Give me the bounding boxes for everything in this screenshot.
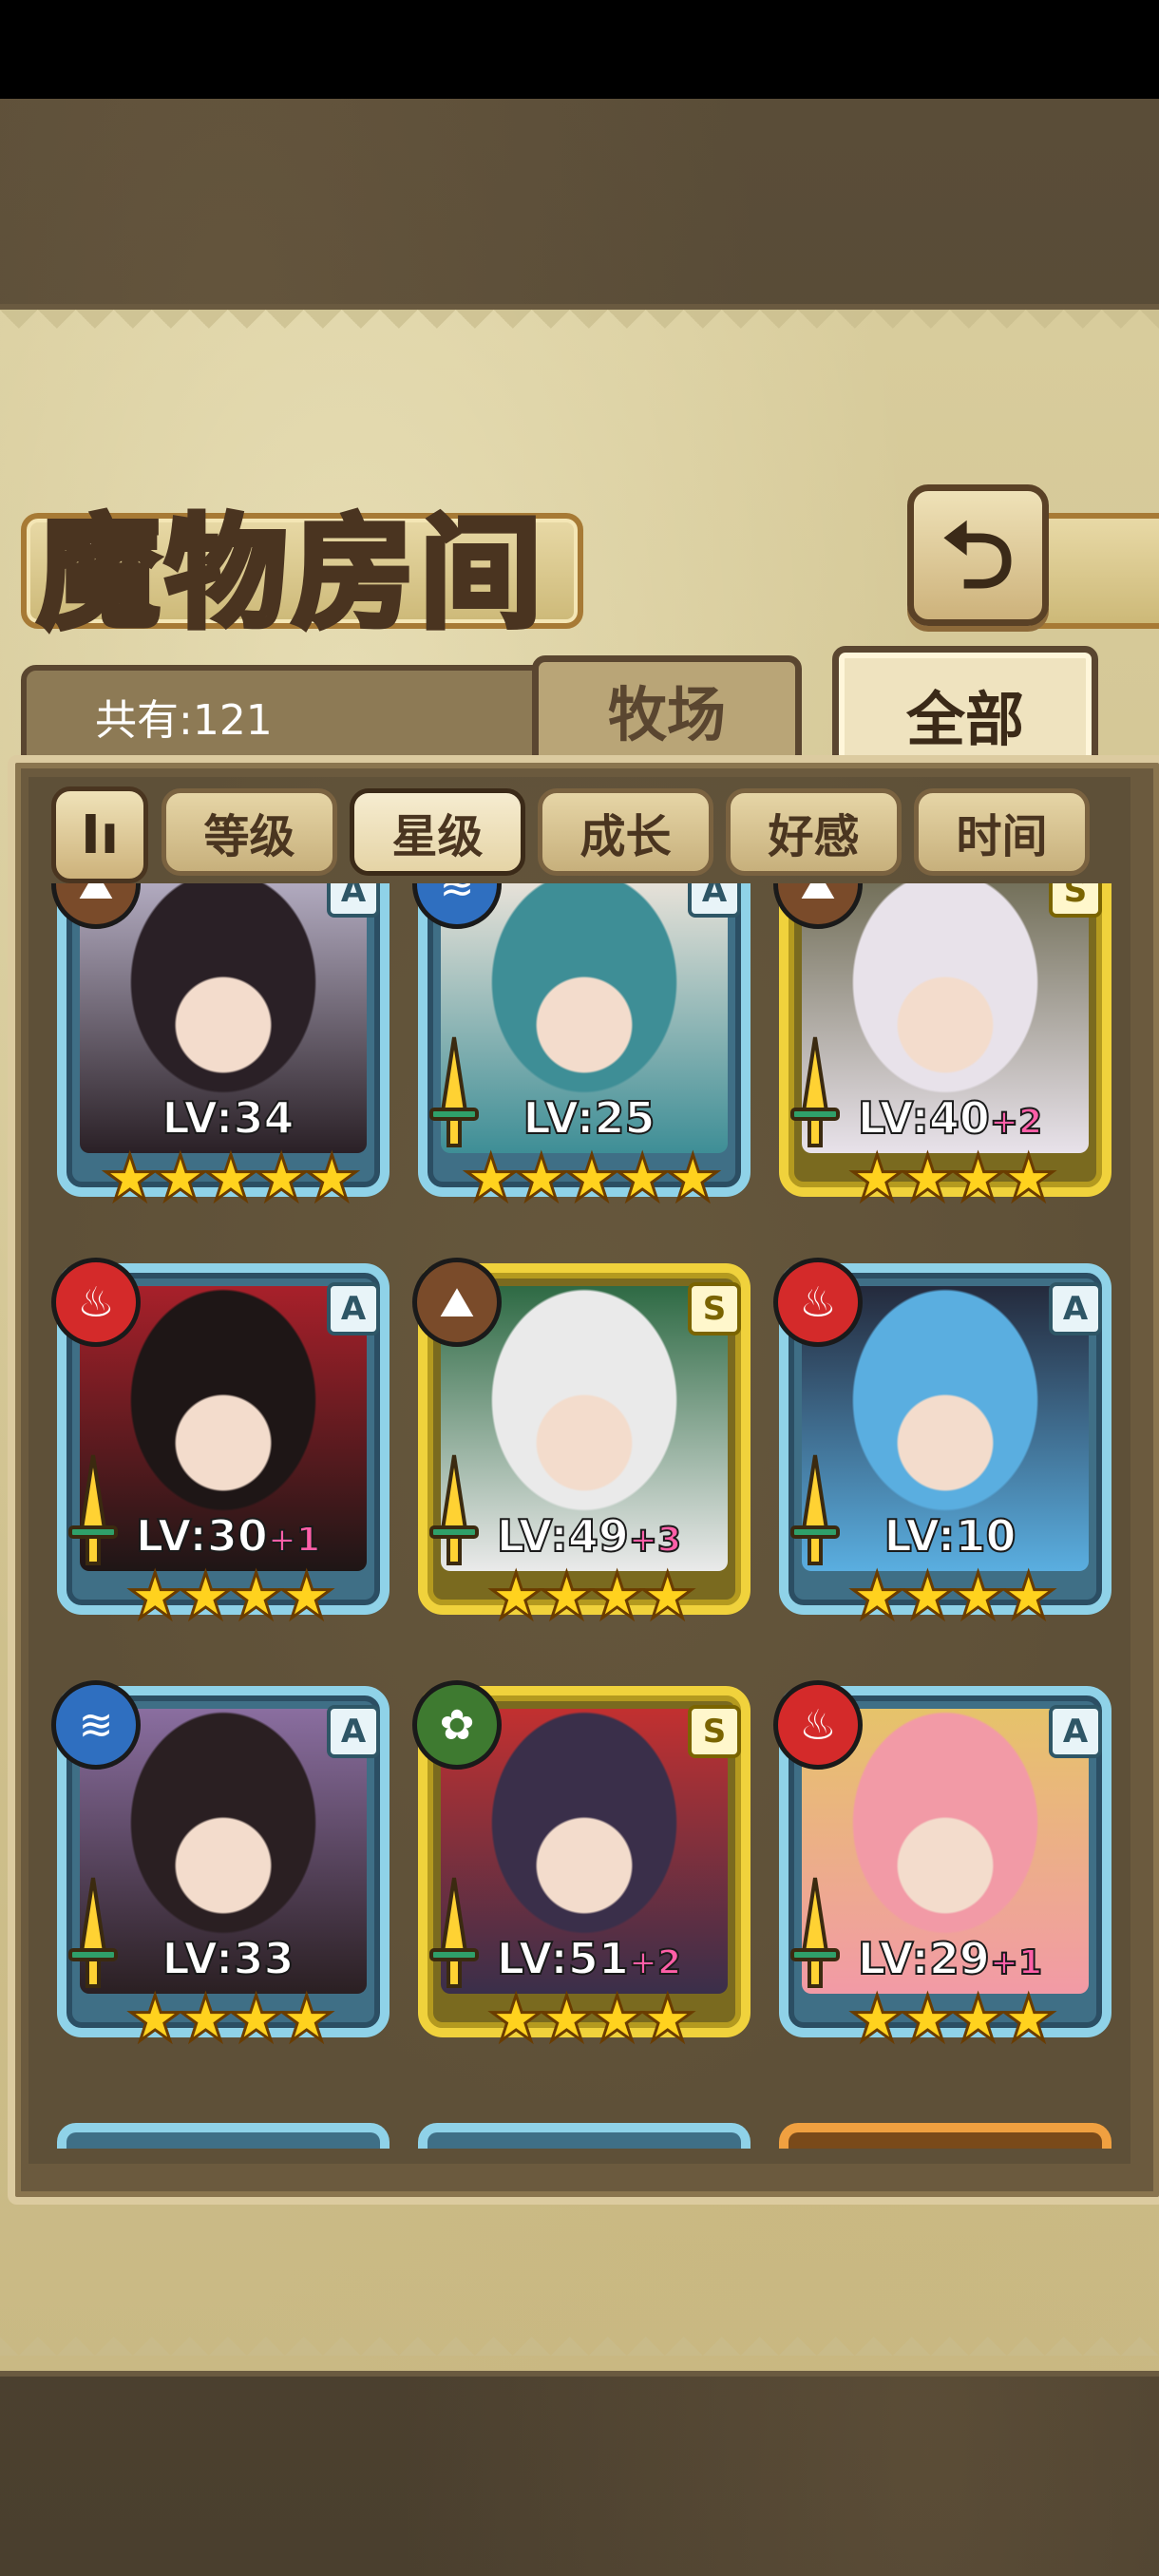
rank-badge: S [1049,883,1102,918]
tab-farm[interactable]: 牧场 [532,655,802,764]
monster-card[interactable]: A ♨ LV:29+1 ★★★★ [773,1680,1121,2066]
level-bonus: +2 [989,1102,1043,1143]
monster-level: LV:30+1 [57,1509,399,1563]
level-text: LV:34 [162,1091,295,1145]
back-button[interactable]: ⮌ [907,484,1049,626]
level-text: LV:30 [135,1509,269,1563]
level-text: LV:25 [522,1091,656,1145]
monster-level: LV:29+1 [779,1932,1121,1985]
earth-element-icon: ⛰ [412,1258,502,1347]
level-bonus: +3 [628,1520,682,1561]
status-bar [0,0,1159,99]
back-button-bar [1031,513,1159,629]
monster-level: LV:49+3 [418,1509,760,1563]
rank-badge: A [1049,1282,1102,1335]
star-rating: ★★★★ [125,1560,336,1633]
monster-level: LV:33 [57,1932,399,1985]
level-text: LV:51 [496,1932,630,1985]
water-element-icon: ≋ [51,1680,141,1770]
sort-affection-button[interactable]: 好感 [726,788,902,876]
monster-card[interactable]: S ⛰ LV:49+3 ★★★★ [412,1258,760,1643]
level-text: LV:29 [857,1932,991,1985]
monster-card[interactable]: A ♨ LV:10 ★★★★ [773,1258,1121,1643]
level-bonus: +2 [628,1942,682,1983]
sort-time-button[interactable]: 时间 [914,788,1090,876]
monster-card[interactable]: S ⛰ LV:40+2 ★★★★ [773,883,1121,1225]
wood-element-icon: ✿ [412,1680,502,1770]
sort-order-toggle[interactable]: Iı [51,786,148,883]
fire-element-icon: ♨ [773,1258,863,1347]
monster-level: LV:40+2 [779,1091,1121,1145]
level-bonus: +1 [267,1520,321,1561]
back-arrow-icon: ⮌ [941,502,1015,609]
star-rating: ★★★★ [847,1142,1058,1215]
monster-card[interactable]: A ⛰ LV:34 ★★★★★ [51,883,399,1225]
level-text: LV:49 [496,1509,630,1563]
page-title: 魔物房间 [35,500,548,648]
monster-level: LV:34 [57,1091,399,1145]
level-text: LV:33 [162,1932,295,1985]
star-rating: ★★★★ [486,1982,697,2055]
fire-element-icon: ♨ [51,1258,141,1347]
star-rating: ★★★★ [125,1982,336,2055]
sort-growth-button[interactable]: 成长 [538,788,713,876]
monster-grid: A ⛰ LV:34 ★★★★★ A ≋ LV:25 ★★★★★ S ⛰ LV:40+2 ★★★★ A ♨ L… [38,883,1121,2149]
monster-card-partial[interactable] [57,2123,390,2149]
monster-count: 共有:121 [95,696,273,745]
star-rating: ★★★★ [486,1560,697,1633]
monster-card[interactable]: A ≋ LV:25 ★★★★★ [412,883,760,1225]
sort-level-button[interactable]: 等级 [162,788,337,876]
monster-level: LV:10 [779,1509,1121,1563]
monster-card[interactable]: A ♨ LV:30+1 ★★★★ [51,1258,399,1643]
monster-card[interactable]: A ≋ LV:33 ★★★★ [51,1680,399,2066]
rank-badge: S [688,1705,741,1758]
monster-level: LV:51+2 [418,1932,760,1985]
level-text: LV:10 [884,1509,1017,1563]
monster-card[interactable]: S ✿ LV:51+2 ★★★★ [412,1680,760,2066]
sort-star-button[interactable]: 星级 [350,788,525,876]
decor-zigzag-top [0,310,1159,348]
rank-badge: S [688,1282,741,1335]
level-bonus: +1 [989,1942,1043,1983]
rank-badge: A [327,1282,380,1335]
rank-badge: A [688,883,741,918]
level-text: LV:40 [857,1091,991,1145]
rank-badge: A [1049,1705,1102,1758]
monster-card-partial[interactable] [418,2123,750,2149]
star-rating: ★★★★ [847,1560,1058,1633]
star-rating: ★★★★ [847,1982,1058,2055]
monster-card-partial[interactable] [779,2123,1112,2149]
decor-zigzag-bottom [0,2318,1159,2356]
rank-badge: A [327,883,380,918]
star-rating: ★★★★★ [101,1142,362,1215]
monster-level: LV:25 [418,1091,760,1145]
rank-badge: A [327,1705,380,1758]
fire-element-icon: ♨ [773,1680,863,1770]
star-rating: ★★★★★ [462,1142,723,1215]
